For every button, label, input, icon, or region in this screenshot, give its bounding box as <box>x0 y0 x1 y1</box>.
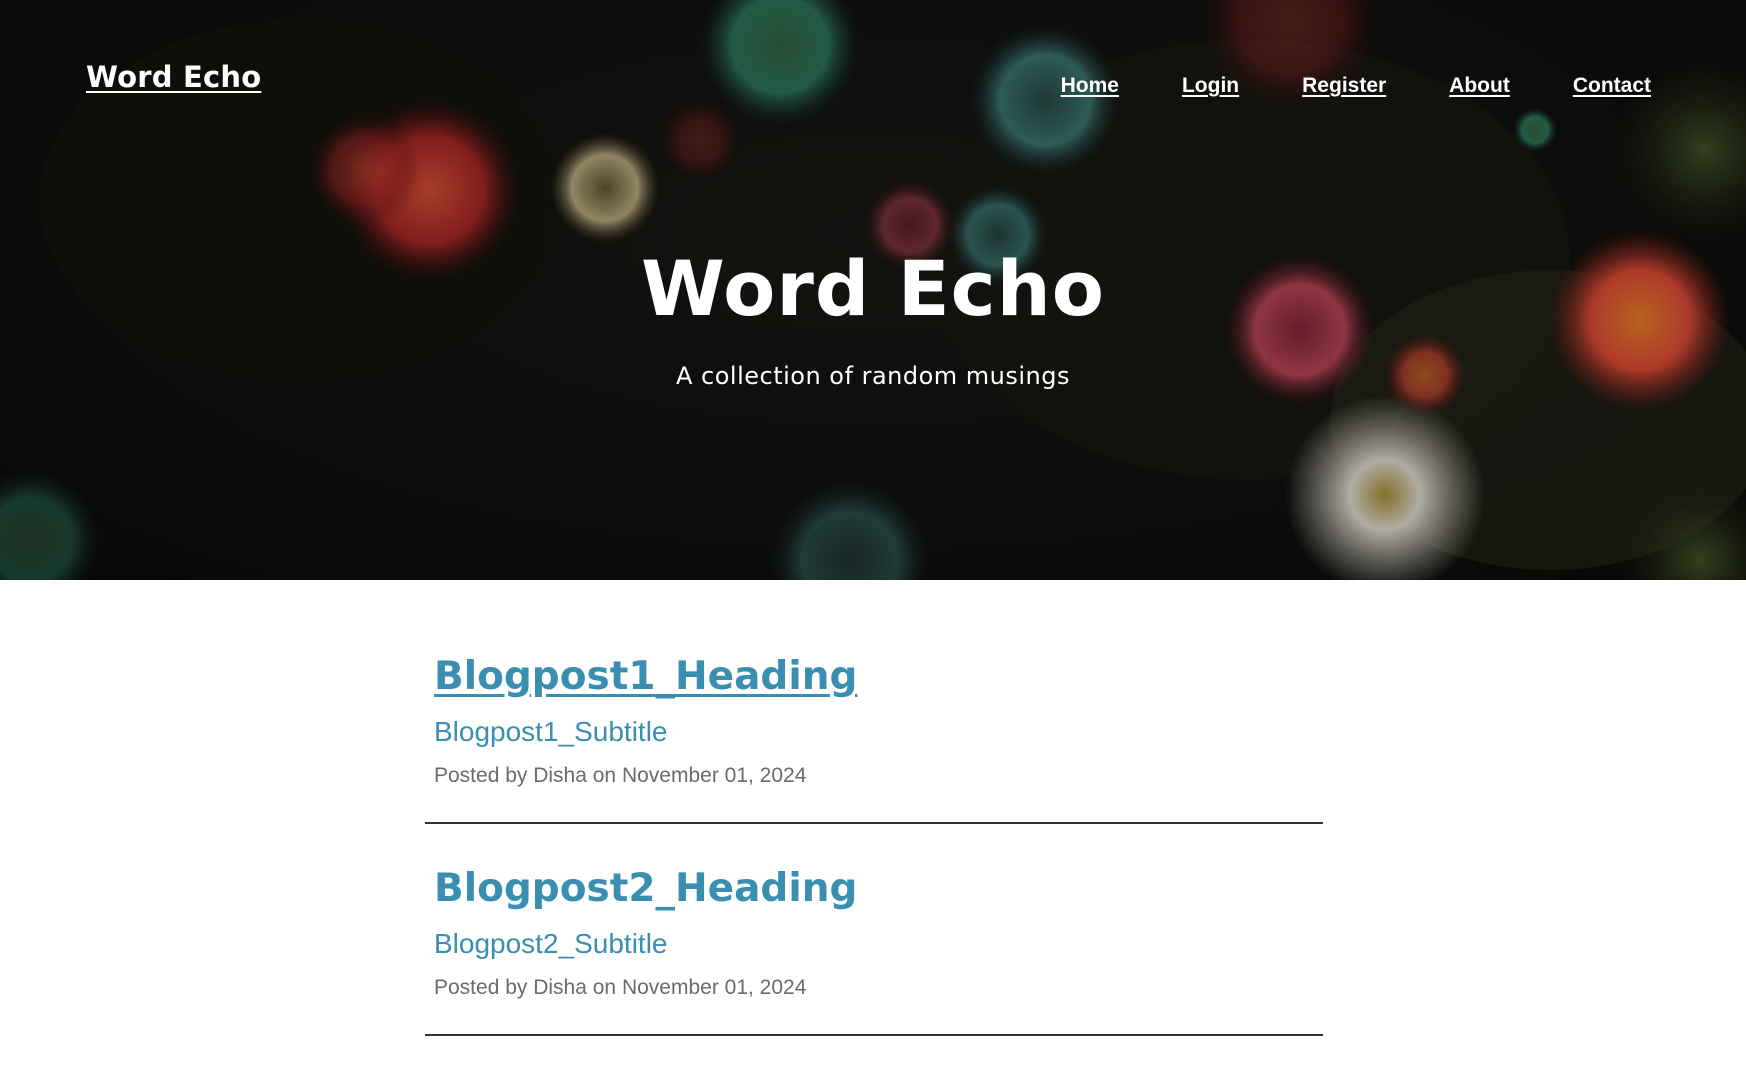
hero-title: Word Echo <box>641 244 1105 333</box>
post-list: Blogpost1_Heading Blogpost1_Subtitle Pos… <box>425 650 1323 1074</box>
nav-link-home[interactable]: Home <box>1061 74 1119 98</box>
nav-link-login[interactable]: Login <box>1182 74 1239 98</box>
hero-subtitle: A collection of random musings <box>675 362 1070 390</box>
nav-link-contact[interactable]: Contact <box>1573 74 1651 98</box>
nav-link-about[interactable]: About <box>1449 74 1510 98</box>
post-meta: Posted by Disha on November 01, 2024 <box>434 976 807 999</box>
nav-link-register[interactable]: Register <box>1302 74 1386 98</box>
navbar-brand-link[interactable]: Word Echo <box>86 60 261 94</box>
navbar-links: Home Login Register About Contact <box>998 74 1651 98</box>
post-heading-link[interactable]: Blogpost2_Heading <box>434 862 1323 916</box>
post-subtitle: Blogpost1_Subtitle <box>434 716 668 747</box>
post-heading-link[interactable]: Blogpost1_Heading <box>434 650 1323 704</box>
post-meta: Posted by Disha on November 01, 2024 <box>434 764 807 787</box>
hero-header: Word Echo Home Login Register About Cont… <box>0 0 1746 580</box>
post-subtitle: Blogpost2_Subtitle <box>434 928 668 959</box>
post-preview: Blogpost1_Heading Blogpost1_Subtitle Pos… <box>425 650 1323 824</box>
post-preview: Blogpost2_Heading Blogpost2_Subtitle Pos… <box>425 862 1323 1036</box>
